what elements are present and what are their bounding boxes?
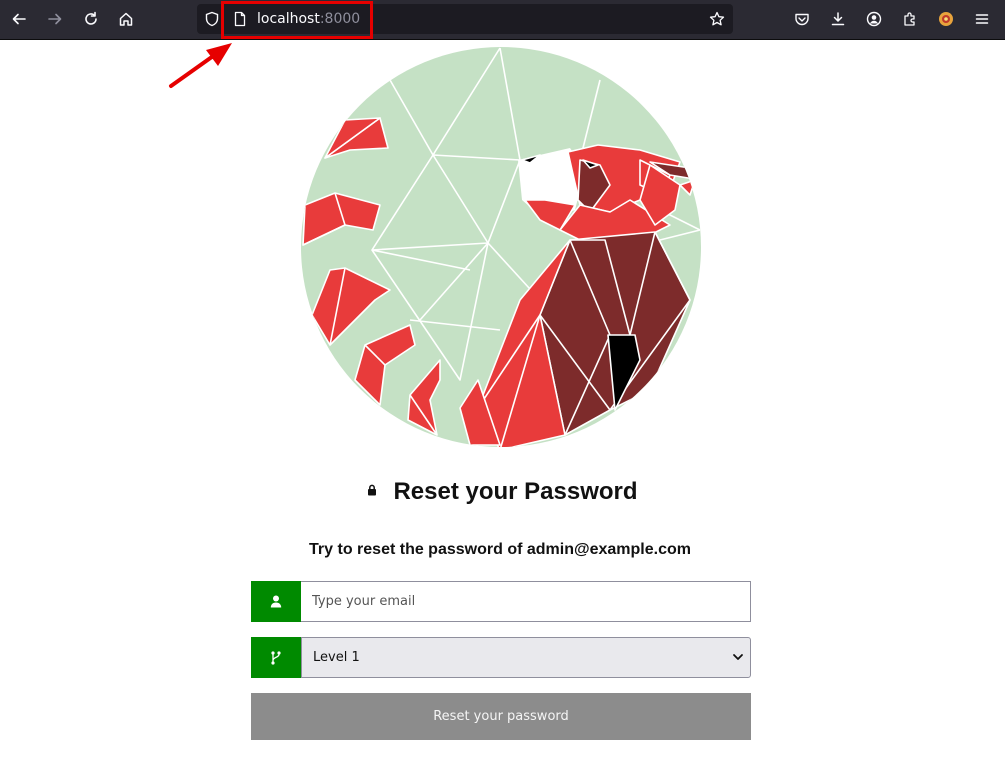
reload-icon — [85, 11, 97, 25]
account-icon — [866, 11, 882, 27]
forward-arrow-icon — [48, 13, 62, 25]
extension-badge-button[interactable] — [931, 4, 961, 34]
url-highlight-box — [221, 1, 373, 39]
reset-password-button-label: Reset your password — [433, 709, 569, 724]
shield-icon — [205, 11, 219, 27]
extensions-button[interactable] — [895, 4, 925, 34]
back-button[interactable] — [4, 4, 34, 34]
extensions-icon — [904, 12, 915, 26]
home-icon — [119, 12, 133, 26]
annotation-arrow-icon — [169, 43, 232, 88]
email-input[interactable] — [301, 581, 751, 622]
reset-target-text: Try to reset the password of admin@examp… — [309, 541, 691, 558]
pocket-icon — [795, 13, 809, 26]
branch-icon — [271, 650, 281, 665]
email-field-group — [251, 581, 751, 622]
user-icon — [270, 595, 282, 608]
reload-button[interactable] — [76, 4, 106, 34]
back-arrow-icon — [12, 13, 26, 25]
home-button[interactable] — [111, 4, 141, 34]
pocket-button[interactable] — [787, 4, 817, 34]
logo-image — [301, 47, 701, 447]
page-title: Reset your Password — [0, 478, 1005, 506]
menu-icon — [975, 14, 989, 24]
menu-button[interactable] — [967, 4, 997, 34]
lock-icon — [368, 484, 377, 496]
level-select-value: Level 1 — [313, 650, 360, 665]
page-title-text: Reset your Password — [393, 478, 638, 505]
download-icon — [831, 12, 845, 26]
star-icon[interactable] — [709, 11, 725, 27]
account-button[interactable] — [859, 4, 889, 34]
chevron-down-icon — [733, 654, 743, 660]
reset-password-button[interactable]: Reset your password — [251, 693, 751, 740]
browser-toolbar: localhost:8000 — [0, 0, 1005, 40]
level-select[interactable]: Level 1 — [301, 637, 751, 678]
forward-button[interactable] — [40, 4, 70, 34]
level-addon — [251, 637, 301, 678]
email-addon — [251, 581, 301, 622]
downloads-button[interactable] — [823, 4, 853, 34]
extension-badge-icon — [939, 12, 953, 26]
level-field-group: Level 1 — [251, 637, 751, 678]
